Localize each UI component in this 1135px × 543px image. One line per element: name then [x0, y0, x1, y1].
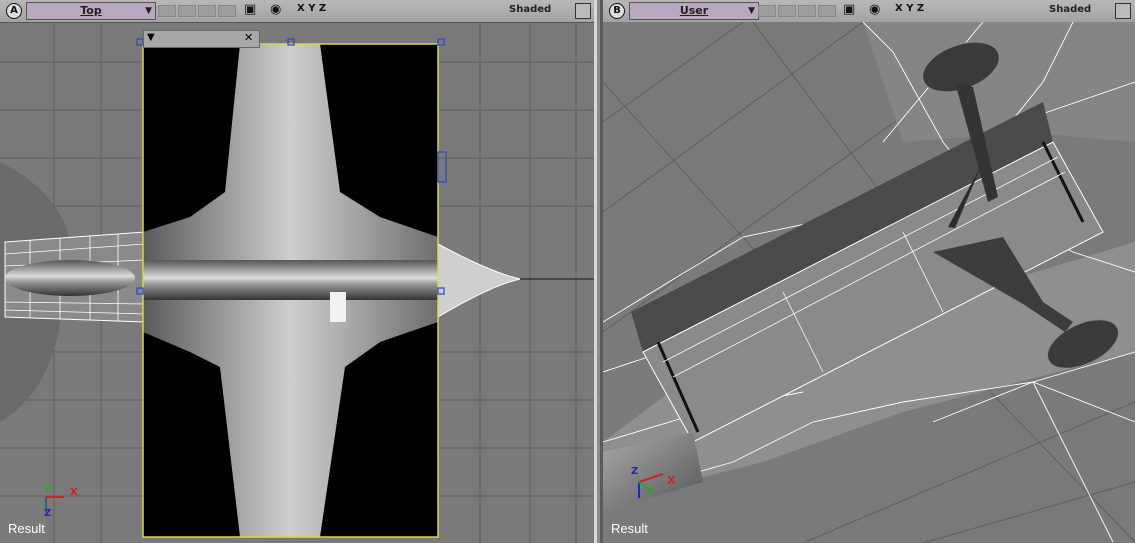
fuselage: [5, 260, 135, 296]
axis-constraint-labels[interactable]: X Y Z: [895, 3, 924, 14]
maximize-viewport-icon[interactable]: [1115, 3, 1131, 19]
wing-upper: [863, 22, 1135, 142]
toolbar-slot[interactable]: [798, 5, 816, 17]
gizmo-y-label: Y: [44, 485, 52, 496]
viewport-label-result: Result: [611, 521, 648, 536]
toolbar-slot[interactable]: [178, 5, 196, 17]
toolbar-slot[interactable]: [218, 5, 236, 17]
viewport-a-canvas[interactable]: [0, 22, 594, 543]
highlight: [330, 292, 346, 322]
shading-mode-label[interactable]: Shaded: [509, 4, 551, 15]
gizmo-x-label: X: [70, 487, 78, 498]
viewport-label-result: Result: [8, 521, 45, 536]
toolbar-slot[interactable]: [158, 5, 176, 17]
toolbar-slot[interactable]: [198, 5, 216, 17]
fuselage-preview: [143, 260, 438, 300]
viewport-b-canvas[interactable]: [603, 22, 1135, 543]
view-name-label: User: [679, 4, 709, 17]
view-selector-dropdown[interactable]: User ▼: [629, 2, 759, 20]
gizmo-x-label: X: [667, 474, 676, 487]
eye-icon[interactable]: ◉: [869, 2, 880, 17]
nose: [437, 243, 521, 318]
maximize-viewport-icon[interactable]: [575, 3, 591, 19]
camera-icon[interactable]: ▣: [843, 2, 855, 17]
gizmo-z-label: Z: [44, 508, 52, 519]
chevron-down-icon: ▼: [748, 6, 755, 16]
close-icon[interactable]: ✕: [244, 31, 253, 44]
viewport-top[interactable]: A Top ▼ ▣ ◉ X Y Z Shaded ▼ ✕ Y X Z Resul…: [0, 0, 597, 543]
gizmo-z-label: Z: [631, 466, 639, 477]
gizmo-y-label: Y: [647, 486, 655, 497]
viewport-b-toolbar: B User ▼ ▣ ◉ X Y Z Shaded: [603, 0, 1135, 23]
chevron-down-icon: ▼: [145, 6, 152, 16]
toolbar-slot[interactable]: [778, 5, 796, 17]
triangle-down-icon[interactable]: ▼: [147, 32, 155, 43]
viewport-a-toolbar: A Top ▼ ▣ ◉ X Y Z Shaded: [0, 0, 594, 23]
toolbar-slot[interactable]: [818, 5, 836, 17]
shading-mode-label[interactable]: Shaded: [1049, 4, 1091, 15]
view-name-label: Top: [80, 4, 102, 17]
camera-icon[interactable]: ▣: [244, 2, 256, 17]
viewport-letter-a[interactable]: A: [6, 3, 22, 19]
toolbar-slot[interactable]: [758, 5, 776, 17]
axis-constraint-labels[interactable]: X Y Z: [297, 3, 326, 14]
viewport-letter-b[interactable]: B: [609, 3, 625, 19]
viewport-user[interactable]: B User ▼ ▣ ◉ X Y Z Shaded Z X Y Result: [600, 0, 1135, 543]
material-preview-titlebar[interactable]: ▼ ✕: [143, 30, 260, 48]
view-selector-dropdown[interactable]: Top ▼: [26, 2, 156, 20]
eye-icon[interactable]: ◉: [270, 2, 281, 17]
